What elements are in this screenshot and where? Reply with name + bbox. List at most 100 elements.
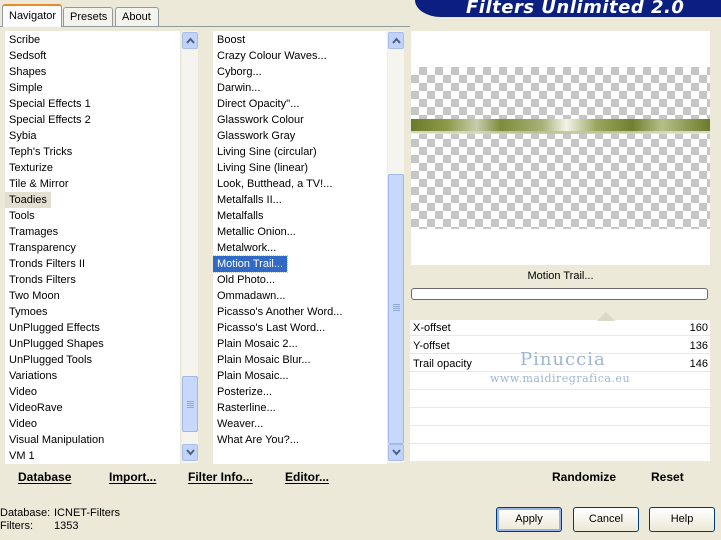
filter-list-item[interactable]: Look, Butthead, a TV!... bbox=[213, 176, 387, 192]
category-list-item[interactable]: Simple bbox=[5, 80, 180, 96]
category-list-item[interactable]: UnPlugged Effects bbox=[5, 320, 180, 336]
filter-scrollbar[interactable] bbox=[387, 31, 404, 463]
category-list[interactable]: Scribe Sedsoft Shapes Simple Special Effects… bbox=[5, 31, 180, 464]
filter-list-item[interactable]: Darwin... bbox=[213, 80, 387, 96]
category-list-item[interactable]: Video bbox=[5, 384, 180, 400]
filter-list-item[interactable]: Picasso's Another Word... bbox=[213, 304, 387, 320]
category-list-item[interactable]: Two Moon bbox=[5, 288, 180, 304]
filter-list-item[interactable]: Living Sine (circular) bbox=[213, 144, 387, 160]
tab-presets[interactable]: Presets bbox=[63, 7, 113, 26]
filter-list-item[interactable]: Metalwork... bbox=[213, 240, 387, 256]
category-list-item[interactable]: Visual Manipulation bbox=[5, 432, 180, 448]
list-item-label: Crazy Colour Waves... bbox=[217, 50, 327, 62]
category-list-item[interactable]: VideoRave bbox=[5, 400, 180, 416]
param-row-empty bbox=[410, 392, 710, 408]
param-label: Trail opacity bbox=[413, 358, 472, 370]
filter-list-item[interactable]: Glasswork Colour bbox=[213, 112, 387, 128]
list-item-label: UnPlugged Shapes bbox=[9, 338, 104, 350]
tab-about[interactable]: About bbox=[115, 7, 159, 26]
category-list-item[interactable]: UnPlugged Tools bbox=[5, 352, 180, 368]
help-button[interactable]: Help bbox=[649, 507, 715, 532]
param-row-x-offset[interactable]: X-offset 160 bbox=[410, 320, 710, 336]
list-item-label: Look, Butthead, a TV!... bbox=[217, 178, 333, 190]
category-list-item[interactable]: VM 1 bbox=[5, 448, 180, 464]
filter-list-item[interactable]: Ommadawn... bbox=[213, 288, 387, 304]
reset-button[interactable]: Reset bbox=[651, 470, 684, 484]
filter-list-item[interactable]: Posterize... bbox=[213, 384, 387, 400]
watermark-url: www.maidiregrafica.eu bbox=[490, 372, 631, 385]
category-scrollbar[interactable] bbox=[181, 31, 198, 463]
filter-scroll-thumb[interactable] bbox=[388, 174, 404, 444]
category-scroll-up-button[interactable] bbox=[182, 32, 198, 49]
category-list-item[interactable]: Shapes bbox=[5, 64, 180, 80]
randomize-button[interactable]: Randomize bbox=[552, 470, 616, 484]
list-item-label: Old Photo... bbox=[217, 274, 276, 286]
filter-list[interactable]: Boost Crazy Colour Waves... Cyborg... Darwi… bbox=[213, 31, 387, 464]
category-list-item[interactable]: Tile & Mirror bbox=[5, 176, 180, 192]
category-list-item[interactable]: Scribe bbox=[5, 32, 180, 48]
filter-scroll-down-button[interactable] bbox=[388, 444, 404, 461]
list-item-label: Metallic Onion... bbox=[217, 226, 296, 238]
filter-list-item[interactable]: Metalfalls II... bbox=[213, 192, 387, 208]
category-scroll-down-button[interactable] bbox=[182, 444, 198, 461]
category-list-item[interactable]: Variations bbox=[5, 368, 180, 384]
filters-label: Filters: bbox=[0, 520, 33, 532]
category-list-item[interactable]: Special Effects 2 bbox=[5, 112, 180, 128]
filter-list-item[interactable]: Weaver... bbox=[213, 416, 387, 432]
param-value: 146 bbox=[689, 358, 708, 370]
filters-value: 1353 bbox=[54, 520, 79, 532]
filter-list-item[interactable]: Plain Mosaic... bbox=[213, 368, 387, 384]
category-list-item[interactable]: Tymoes bbox=[5, 304, 180, 320]
filter-list-item[interactable]: Rasterline... bbox=[213, 400, 387, 416]
category-list-item[interactable]: Sedsoft bbox=[5, 48, 180, 64]
filter-list-item[interactable]: Living Sine (linear) bbox=[213, 160, 387, 176]
category-list-item[interactable]: Transparency bbox=[5, 240, 180, 256]
list-item-label: Transparency bbox=[9, 242, 76, 254]
list-item-label: Darwin... bbox=[217, 82, 261, 94]
filter-list-item[interactable]: Plain Mosaic 2... bbox=[213, 336, 387, 352]
cancel-button[interactable]: Cancel bbox=[573, 507, 639, 532]
database-button[interactable]: Database bbox=[18, 470, 71, 484]
category-list-item[interactable]: Special Effects 1 bbox=[5, 96, 180, 112]
category-list-item[interactable]: Teph's Tricks bbox=[5, 144, 180, 160]
filter-list-item[interactable]: Metallic Onion... bbox=[213, 224, 387, 240]
list-item-label: Shapes bbox=[9, 66, 47, 78]
category-list-item[interactable]: Sybia bbox=[5, 128, 180, 144]
filter-list-item[interactable]: Plain Mosaic Blur... bbox=[213, 352, 387, 368]
chevron-up-icon bbox=[392, 37, 401, 44]
list-item-label: VM 1 bbox=[9, 450, 35, 462]
list-item-label: Simple bbox=[9, 82, 43, 94]
category-list-item[interactable]: Texturize bbox=[5, 160, 180, 176]
category-list-item[interactable]: Tronds Filters bbox=[5, 272, 180, 288]
apply-button[interactable]: Apply bbox=[496, 507, 562, 532]
filter-list-item[interactable]: Motion Trail... bbox=[213, 255, 387, 273]
filter-list-item[interactable]: What Are You?... bbox=[213, 432, 387, 448]
filter-list-item[interactable]: Cyborg... bbox=[213, 64, 387, 80]
filter-list-item[interactable]: Glasswork Gray bbox=[213, 128, 387, 144]
filter-list-item[interactable]: Direct Opacity''... bbox=[213, 96, 387, 112]
editor-button[interactable]: Editor... bbox=[285, 470, 329, 484]
category-list-item[interactable]: Tools bbox=[5, 208, 180, 224]
category-list-item[interactable]: UnPlugged Shapes bbox=[5, 336, 180, 352]
category-list-item[interactable]: Toadies bbox=[5, 192, 180, 208]
category-scroll-thumb[interactable] bbox=[182, 376, 198, 432]
param-row-empty bbox=[410, 428, 710, 444]
filter-list-item[interactable]: Crazy Colour Waves... bbox=[213, 48, 387, 64]
filter-list-item[interactable]: Boost bbox=[213, 32, 387, 48]
list-item-label: Metalwork... bbox=[217, 242, 277, 254]
import-button[interactable]: Import... bbox=[109, 470, 156, 484]
list-item-label: Scribe bbox=[9, 34, 41, 46]
category-list-item[interactable]: Tronds Filters II bbox=[5, 256, 180, 272]
list-item-label: Weaver... bbox=[217, 418, 264, 430]
tab-navigator[interactable]: Navigator bbox=[2, 4, 62, 27]
filter-list-item[interactable]: Metalfalls bbox=[213, 208, 387, 224]
category-list-item[interactable]: Video bbox=[5, 416, 180, 432]
filter-scroll-up-button[interactable] bbox=[388, 32, 404, 49]
list-item-label: Cyborg... bbox=[217, 66, 262, 78]
filter-list-item[interactable]: Old Photo... bbox=[213, 272, 387, 288]
list-item-label: UnPlugged Tools bbox=[9, 354, 92, 366]
param-value: 136 bbox=[689, 340, 708, 352]
filter-info-button[interactable]: Filter Info... bbox=[188, 470, 253, 484]
filter-list-item[interactable]: Picasso's Last Word... bbox=[213, 320, 387, 336]
category-list-item[interactable]: Tramages bbox=[5, 224, 180, 240]
